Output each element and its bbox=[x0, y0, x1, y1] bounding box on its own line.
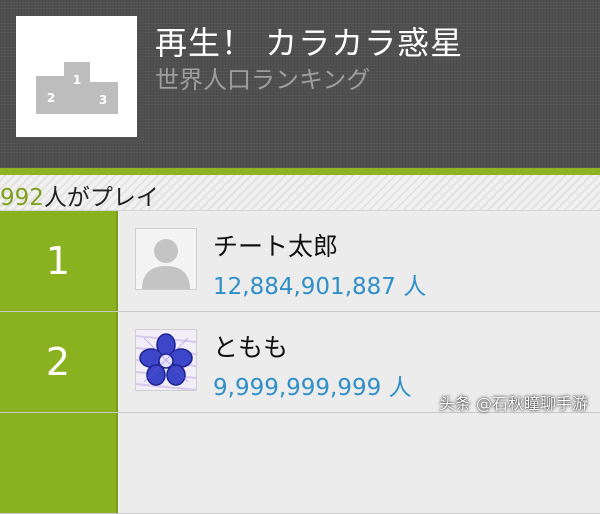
blue-flower-drawing-icon bbox=[135, 329, 197, 391]
population-value: 12,884,901,887 人 bbox=[213, 274, 427, 300]
watermark-text: 头条 @石秋瞳聊手游 bbox=[438, 394, 588, 413]
ranking-row-partial[interactable] bbox=[0, 413, 600, 514]
player-name: ともも bbox=[213, 333, 289, 362]
podium-icon: 1 2 3 bbox=[36, 62, 118, 114]
podium-label-2: 2 bbox=[47, 91, 55, 105]
podium-label-3: 3 bbox=[99, 93, 107, 107]
leaderboard-icon-tile: 1 2 3 bbox=[16, 16, 137, 137]
rank-number: 2 bbox=[0, 312, 118, 412]
player-count-label: 人がプレイ bbox=[43, 185, 159, 211]
player-name: チート太郎 bbox=[213, 232, 339, 261]
player-count-bar: 992人がプレイ bbox=[0, 175, 600, 211]
header-accent-line bbox=[0, 168, 600, 175]
podium-label-1: 1 bbox=[73, 73, 81, 87]
leaderboard-subtitle: 世界人口ランキング bbox=[155, 66, 371, 94]
population-value: 9,999,999,999 人 bbox=[213, 375, 412, 401]
default-person-icon bbox=[135, 228, 197, 290]
app-header: 1 2 3 再生！ カラカラ惑星 世界人口ランキング bbox=[0, 0, 600, 168]
rank-number: 1 bbox=[0, 211, 118, 311]
ranking-row[interactable]: 1 チート太郎 12,884,901,887 人 bbox=[0, 211, 600, 312]
player-count: 992人がプレイ bbox=[0, 178, 159, 212]
game-title: 再生！ カラカラ惑星 bbox=[155, 24, 464, 62]
rank-cell-partial bbox=[0, 413, 118, 513]
player-count-number: 992 bbox=[0, 185, 44, 211]
